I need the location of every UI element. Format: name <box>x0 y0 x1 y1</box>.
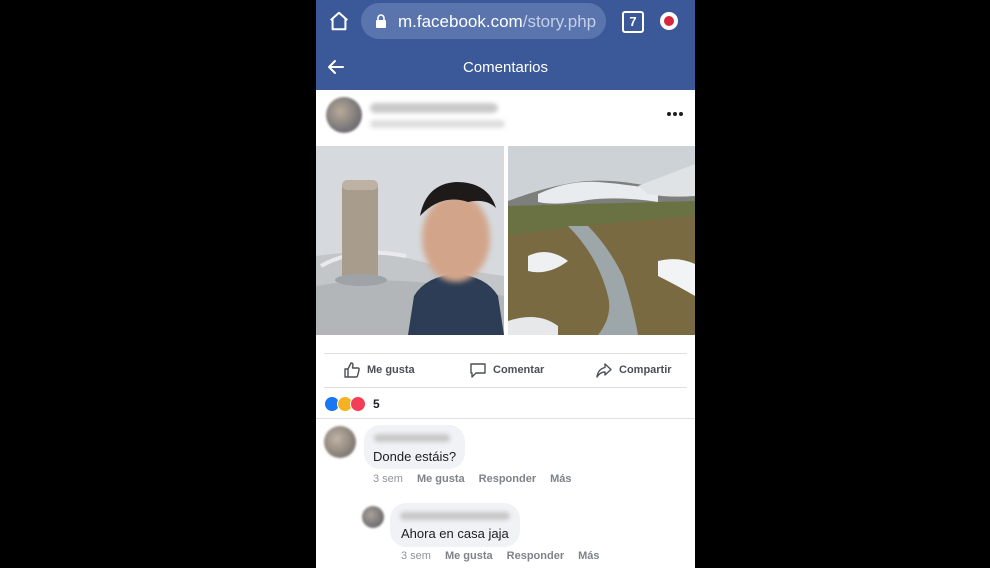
phone-screen: m.facebook.com/story.php 7 Comentarios M… <box>316 0 695 568</box>
share-label: Compartir <box>619 364 672 376</box>
url-domain: m.facebook.com <box>398 12 523 31</box>
reply-more-link[interactable]: Más <box>578 550 599 562</box>
commenter-name-blurred[interactable] <box>374 434 450 442</box>
comment-icon <box>470 363 486 378</box>
reply-reply-link[interactable]: Responder <box>507 550 564 562</box>
reactions-summary[interactable]: 5 <box>324 396 380 412</box>
comment-bubble: Donde estáis? <box>364 425 465 469</box>
reaction-count: 5 <box>373 397 380 411</box>
reply-text: Ahora en casa jaja <box>401 526 509 541</box>
author-name-blurred[interactable] <box>370 103 498 113</box>
selfie-photo-art <box>316 146 504 335</box>
divider <box>324 353 687 354</box>
like-label: Me gusta <box>367 364 415 376</box>
share-button[interactable]: Compartir <box>595 360 672 380</box>
reply-avatar[interactable] <box>362 506 384 528</box>
page-header: Comentarios <box>316 44 695 90</box>
url-text: m.facebook.com/story.php <box>398 12 596 32</box>
author-avatar[interactable] <box>326 97 362 133</box>
browser-toolbar: m.facebook.com/story.php 7 <box>316 0 695 44</box>
post-header <box>316 90 695 142</box>
comment-more-link[interactable]: Más <box>550 473 571 485</box>
comment-like-link[interactable]: Me gusta <box>417 473 465 485</box>
url-path: /story.php <box>522 12 597 31</box>
reply-meta: 3 sem Me gusta Responder Más <box>401 550 614 562</box>
home-icon[interactable] <box>328 10 350 32</box>
reply-bubble: Ahora en casa jaja <box>390 503 520 547</box>
post-meta-blurred <box>370 120 505 128</box>
thumbs-up-icon <box>344 362 360 378</box>
divider <box>324 387 687 388</box>
lock-icon <box>376 14 386 28</box>
reply-author-blurred[interactable] <box>400 512 510 520</box>
comment-reply-link[interactable]: Responder <box>479 473 536 485</box>
comment-label: Comentar <box>493 364 545 376</box>
comment-text: Donde estáis? <box>373 449 457 464</box>
post-photo-landscape[interactable] <box>508 146 695 335</box>
love-reaction-icon <box>350 396 366 412</box>
comment-button[interactable]: Comentar <box>469 360 544 380</box>
more-options-icon[interactable] <box>665 110 685 118</box>
comment-meta: 3 sem Me gusta Responder Más <box>373 473 586 485</box>
tab-count-button[interactable]: 7 <box>622 11 644 33</box>
divider <box>316 418 695 419</box>
commenter-avatar[interactable] <box>324 426 356 458</box>
like-button[interactable]: Me gusta <box>343 360 415 380</box>
reply-time: 3 sem <box>401 550 431 562</box>
landscape-photo-art <box>508 146 695 335</box>
page-title: Comentarios <box>462 59 549 76</box>
address-bar[interactable]: m.facebook.com/story.php <box>361 3 606 39</box>
post-photo-selfie[interactable] <box>316 146 504 335</box>
reply-like-link[interactable]: Me gusta <box>445 550 493 562</box>
comment-time: 3 sem <box>373 473 403 485</box>
share-icon <box>596 363 612 378</box>
update-icon[interactable] <box>660 12 678 30</box>
